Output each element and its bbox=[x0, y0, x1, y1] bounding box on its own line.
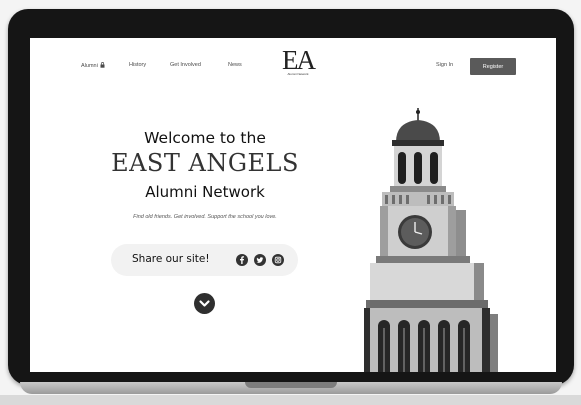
chevron-down-icon bbox=[199, 300, 210, 307]
share-bar: Share our site! bbox=[111, 244, 298, 276]
site-logo[interactable]: EA Alumni Network bbox=[279, 45, 317, 77]
share-label: Share our site! bbox=[132, 253, 210, 265]
nav-link-history[interactable]: History bbox=[129, 62, 146, 68]
hero-tagline: Find old friends. Get involved. Support … bbox=[133, 214, 277, 220]
nav-link-news[interactable]: News bbox=[228, 62, 242, 68]
desk-surface bbox=[0, 395, 581, 405]
hero-heading-brand: EAST ANGELS bbox=[111, 149, 299, 177]
clock-tower-image bbox=[364, 108, 498, 372]
logo-mark: EA bbox=[282, 45, 316, 75]
signin-link[interactable]: Sign In bbox=[436, 62, 453, 68]
website-screen: Alumni History Get Involved News EA Alum… bbox=[30, 38, 556, 372]
hero-heading-line1: Welcome to the bbox=[144, 129, 266, 147]
instagram-icon[interactable] bbox=[272, 254, 284, 266]
nav-link-get-involved[interactable]: Get Involved bbox=[170, 62, 201, 68]
twitter-icon[interactable] bbox=[254, 254, 266, 266]
register-button[interactable]: Register bbox=[470, 58, 516, 75]
laptop-notch bbox=[245, 382, 337, 388]
nav-link-label: Alumni bbox=[81, 63, 98, 69]
hero-heading-line3: Alumni Network bbox=[145, 183, 265, 201]
nav-link-alumni[interactable]: Alumni bbox=[81, 62, 105, 69]
lock-icon bbox=[100, 62, 105, 69]
facebook-icon[interactable] bbox=[236, 254, 248, 266]
scroll-down-button[interactable] bbox=[194, 293, 215, 314]
